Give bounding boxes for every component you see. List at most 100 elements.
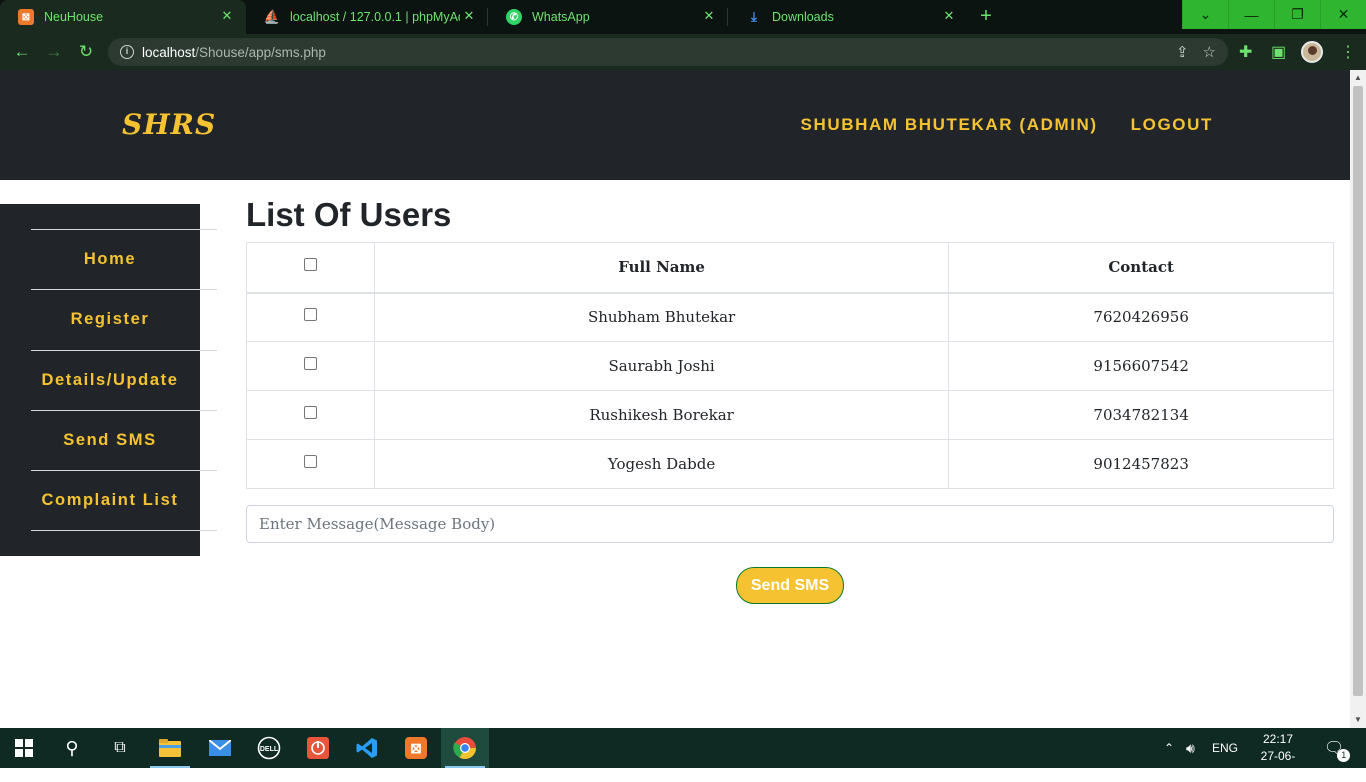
sidebar-item-label: Send SMS — [63, 430, 157, 449]
xampp-icon: ⊠ — [18, 9, 34, 25]
side-panel-icon[interactable]: ▣ — [1271, 42, 1286, 62]
select-all-checkbox[interactable] — [303, 258, 317, 272]
message-placeholder: Enter Message(Message Body) — [259, 515, 496, 533]
full-name-cell: Yogesh Dabde — [373, 439, 950, 489]
full-name-cell: Saurabh Joshi — [373, 341, 950, 391]
menu-kebab-icon[interactable]: ⋮ — [1340, 42, 1356, 62]
volume-icon[interactable]: 🔊︎ — [1186, 728, 1195, 768]
close-icon[interactable]: ✕ — [942, 9, 956, 23]
site-header: SHRS SHUBHAM BHUTEKAR (ADMIN) LOGOUT — [0, 70, 1350, 180]
row-checkbox[interactable] — [303, 455, 317, 468]
contact-cell: 9012457823 — [948, 439, 1334, 489]
table-row: Yogesh Dabde 9012457823 — [246, 439, 1334, 489]
taskbar-clock[interactable]: 22:17 27-06-2023 — [1250, 731, 1306, 782]
close-icon[interactable]: ✕ — [702, 9, 716, 23]
sidebar: Home Register Details/Update Send SMS Co… — [0, 204, 217, 556]
dell-icon[interactable]: DELL — [245, 728, 293, 768]
url-path: /Shouse/app/sms.php — [195, 44, 326, 60]
notification-icon[interactable]: 🗨︎ 1 — [1324, 728, 1351, 768]
sidebar-item-home[interactable]: Home — [31, 229, 217, 289]
sidebar-item-complaint-list[interactable]: Complaint List — [31, 470, 217, 530]
task-view-icon[interactable]: ⧉ — [96, 728, 144, 768]
share-icon[interactable]: ⇪ — [1176, 43, 1189, 61]
sidebar-item-label: Details/Update — [41, 370, 179, 389]
url-host: localhost — [142, 44, 196, 60]
table-row: Saurabh Joshi 9156607542 — [246, 341, 1334, 391]
tab-title: localhost / 127.0.0.1 | phpMyAdmin — [290, 10, 460, 24]
clock-date: 27-06-2023 — [1260, 749, 1296, 780]
table-row: Shubham Bhutekar 7620426956 — [246, 292, 1334, 342]
users-table: Full Name Contact Shubham Bhutekar 76204… — [246, 242, 1334, 489]
message-input[interactable]: Enter Message(Message Body) — [246, 505, 1334, 543]
tray-overflow-icon[interactable]: ⌃ — [1164, 728, 1174, 768]
windows-start-icon[interactable] — [0, 728, 48, 768]
file-explorer-icon[interactable] — [146, 728, 194, 768]
xampp-icon[interactable]: ⊠ — [392, 728, 440, 768]
tab-title: Downloads — [772, 10, 834, 24]
reload-icon[interactable]: ↻ — [76, 42, 96, 62]
web-page: SHRS SHUBHAM BHUTEKAR (ADMIN) LOGOUT Hom… — [0, 70, 1350, 728]
column-header-full-name: Full Name — [373, 242, 950, 294]
column-header-contact: Contact — [948, 242, 1334, 294]
tab-title: WhatsApp — [532, 10, 590, 24]
site-info-icon[interactable]: i — [120, 45, 134, 59]
close-icon[interactable]: ✕ — [462, 9, 476, 23]
new-tab-button[interactable]: + — [973, 5, 999, 29]
row-checkbox[interactable] — [303, 357, 317, 370]
browser-tab-strip: ⊠ NeuHouse ✕ ⛵ localhost / 127.0.0.1 | p… — [0, 0, 1366, 34]
sidebar-item-label: Complaint List — [41, 490, 179, 509]
window-controls: ⌄ — ❐ ✕ — [1182, 0, 1366, 29]
forward-icon[interactable]: → — [44, 42, 64, 62]
sidebar-item-details-update[interactable]: Details/Update — [31, 350, 217, 410]
windows-taskbar: ⚲ ⧉ DELL ⊠ ⌃ 🔊︎ ENG 22:17 27-06-2023 🗨︎ 1 — [0, 728, 1366, 780]
sidebar-item-label: Home — [83, 249, 137, 268]
clock-time: 22:17 — [1262, 732, 1294, 746]
nav-logout-link[interactable]: LOGOUT — [1131, 115, 1213, 135]
vscode-icon[interactable] — [343, 728, 391, 768]
full-name-cell: Shubham Bhutekar — [373, 292, 950, 342]
extensions-icon[interactable]: ✚ — [1239, 42, 1252, 62]
app-power-icon[interactable] — [294, 728, 342, 768]
row-checkbox-cell — [246, 390, 375, 440]
page-scrollbar[interactable]: ▲ ▼ — [1350, 70, 1366, 728]
scroll-up-icon[interactable]: ▲ — [1354, 73, 1362, 82]
site-logo[interactable]: SHRS — [122, 108, 216, 141]
tab-phpmyadmin[interactable]: ⛵ localhost / 127.0.0.1 | phpMyAdmin ✕ — [246, 0, 488, 34]
phpmyadmin-icon: ⛵ — [263, 9, 281, 24]
tab-whatsapp[interactable]: ✆ WhatsApp ✕ — [488, 0, 728, 34]
close-icon[interactable]: ✕ — [220, 9, 234, 23]
address-bar[interactable]: i localhost/Shouse/app/sms.php ⇪ ☆ — [108, 38, 1228, 66]
contact-cell: 7620426956 — [948, 292, 1334, 342]
minimize-icon[interactable]: — — [1228, 0, 1274, 29]
row-checkbox-cell — [246, 341, 375, 391]
scrollbar-thumb[interactable] — [1353, 86, 1363, 696]
send-sms-button[interactable]: Send SMS — [736, 567, 844, 604]
profile-avatar[interactable] — [1301, 41, 1323, 63]
restore-icon[interactable]: ❐ — [1274, 0, 1320, 29]
table-row: Rushikesh Borekar 7034782134 — [246, 390, 1334, 440]
scroll-down-icon[interactable]: ▼ — [1354, 715, 1362, 724]
row-checkbox-cell — [246, 439, 375, 489]
tab-title: NeuHouse — [44, 10, 104, 24]
chrome-icon[interactable] — [441, 728, 489, 768]
select-all-cell — [246, 242, 375, 294]
sidebar-divider — [31, 530, 217, 531]
row-checkbox[interactable] — [303, 406, 317, 419]
nav-user-link[interactable]: SHUBHAM BHUTEKAR (ADMIN) — [801, 115, 1098, 135]
row-checkbox[interactable] — [303, 308, 317, 322]
browser-toolbar: ← → ↻ i localhost/Shouse/app/sms.php ⇪ ☆… — [0, 34, 1366, 70]
tab-downloads[interactable]: ⤓ Downloads ✕ — [728, 0, 968, 34]
bookmark-star-icon[interactable]: ☆ — [1203, 43, 1216, 61]
language-indicator[interactable]: ENG — [1212, 728, 1238, 768]
tab-search-icon[interactable]: ⌄ — [1182, 0, 1228, 29]
tab-neuhouse[interactable]: ⊠ NeuHouse ✕ — [0, 0, 246, 34]
mail-icon[interactable] — [196, 728, 244, 768]
row-checkbox-cell — [246, 292, 375, 342]
sidebar-item-register[interactable]: Register — [31, 289, 217, 349]
sidebar-item-send-sms[interactable]: Send SMS — [31, 410, 217, 470]
search-icon[interactable]: ⚲ — [48, 728, 96, 768]
table-header-row: Full Name Contact — [246, 242, 1334, 294]
back-icon[interactable]: ← — [12, 42, 32, 62]
full-name-cell: Rushikesh Borekar — [373, 390, 950, 440]
close-window-icon[interactable]: ✕ — [1320, 0, 1366, 29]
